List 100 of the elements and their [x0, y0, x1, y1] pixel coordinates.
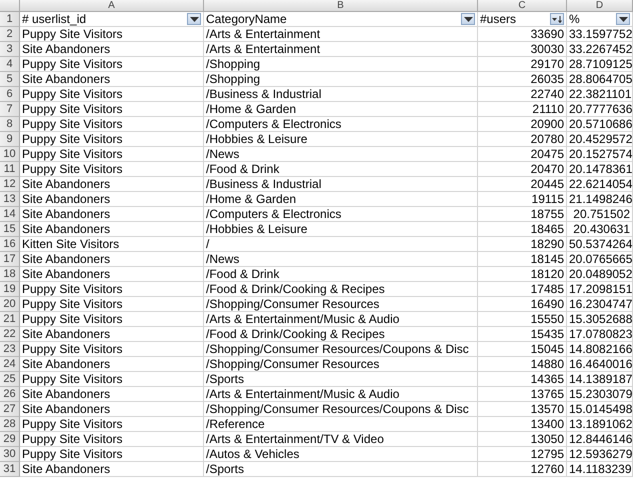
row-number[interactable]: 27 [0, 402, 20, 417]
table-cell: Puppy Site Visitors [20, 447, 204, 462]
table-cell: 13400 [478, 417, 567, 432]
row-number[interactable]: 25 [0, 372, 20, 387]
table-cell: 14.8082166 [567, 342, 633, 357]
table-cell: Puppy Site Visitors [20, 117, 204, 132]
filter-button[interactable] [550, 13, 564, 25]
table-cell: 12.5936279 [567, 447, 633, 462]
table-cell: Puppy Site Visitors [20, 417, 204, 432]
table-cell: 18755 [478, 207, 567, 222]
table-cell: Puppy Site Visitors [20, 102, 204, 117]
column-header[interactable]: C [478, 0, 567, 12]
row-number[interactable]: 19 [0, 282, 20, 297]
table-cell: Kitten Site Visitors [20, 237, 204, 252]
table-cell: 15045 [478, 342, 567, 357]
table-cell: /Hobbies & Leisure [204, 132, 478, 147]
row-number[interactable]: 16 [0, 237, 20, 252]
table-cell: /News [204, 252, 478, 267]
table-cell: / [204, 237, 478, 252]
row-number[interactable]: 2 [0, 27, 20, 42]
row-number[interactable]: 14 [0, 207, 20, 222]
table-cell: /Shopping/Consumer Resources [204, 357, 478, 372]
table-cell: /Computers & Electronics [204, 117, 478, 132]
filter-button[interactable] [187, 13, 201, 25]
table-cell: 20.7777636 [567, 102, 633, 117]
row-number[interactable]: 31 [0, 462, 20, 477]
filter-button[interactable] [461, 13, 475, 25]
row-number[interactable]: 17 [0, 252, 20, 267]
table-cell: Site Abandoners [20, 192, 204, 207]
dropdown-arrow-icon [190, 16, 198, 22]
row-number[interactable]: 11 [0, 162, 20, 177]
table-cell: 28.8064705 [567, 72, 633, 87]
row-number[interactable]: 18 [0, 267, 20, 282]
column-header[interactable]: B [204, 0, 478, 12]
table-cell: 33.2267452 [567, 42, 633, 57]
table-cell: Site Abandoners [20, 72, 204, 87]
row-number[interactable]: 6 [0, 87, 20, 102]
table-cell: /Shopping/Consumer Resources [204, 297, 478, 312]
table-cell: 20.0765665 [567, 252, 633, 267]
row-number[interactable]: 10 [0, 147, 20, 162]
table-cell: Puppy Site Visitors [20, 162, 204, 177]
table-cell: 16.4640016 [567, 357, 633, 372]
table-cell: 17.2098151 [567, 282, 633, 297]
header-cell: % [569, 12, 580, 26]
row-number[interactable]: 26 [0, 387, 20, 402]
row-number[interactable]: 29 [0, 432, 20, 447]
table-cell: 33.1597752 [567, 27, 633, 42]
row-number[interactable]: 1 [0, 12, 20, 27]
filter-button[interactable] [616, 13, 630, 25]
table-cell: 16490 [478, 297, 567, 312]
row-number[interactable]: 5 [0, 72, 20, 87]
table-cell: 19115 [478, 192, 567, 207]
table-cell: 15435 [478, 327, 567, 342]
row-number[interactable]: 23 [0, 342, 20, 357]
row-number[interactable]: 7 [0, 102, 20, 117]
row-number[interactable]: 24 [0, 357, 20, 372]
row-number[interactable]: 12 [0, 177, 20, 192]
table-cell: 20445 [478, 177, 567, 192]
table-cell: 18465 [478, 222, 567, 237]
row-number[interactable]: 21 [0, 312, 20, 327]
table-cell: /Arts & Entertainment [204, 42, 478, 57]
table-cell: /Shopping/Consumer Resources/Coupons & Disc [204, 342, 478, 357]
row-number[interactable]: 3 [0, 42, 20, 57]
row-number[interactable]: 4 [0, 57, 20, 72]
table-cell: Site Abandoners [20, 207, 204, 222]
row-number[interactable]: 9 [0, 132, 20, 147]
row-number[interactable]: 22 [0, 327, 20, 342]
table-cell: 20.430631 [567, 222, 633, 237]
table-cell: 20.1527574 [567, 147, 633, 162]
table-cell: 21110 [478, 102, 567, 117]
row-number[interactable]: 8 [0, 117, 20, 132]
row-number[interactable]: 28 [0, 417, 20, 432]
table-cell: /Hobbies & Leisure [204, 222, 478, 237]
table-cell: 20900 [478, 117, 567, 132]
table-cell: Site Abandoners [20, 267, 204, 282]
column-header[interactable]: A [20, 0, 204, 12]
row-number[interactable]: 20 [0, 297, 20, 312]
table-cell: /Food & Drink [204, 267, 478, 282]
table-cell: Puppy Site Visitors [20, 432, 204, 447]
table-cell: 22.6214054 [567, 177, 633, 192]
row-number[interactable]: 30 [0, 447, 20, 462]
table-cell: Site Abandoners [20, 462, 204, 477]
table-cell: Site Abandoners [20, 327, 204, 342]
table-cell: 12.8446146 [567, 432, 633, 447]
table-cell: /Arts & Entertainment/Music & Audio [204, 387, 478, 402]
table-cell: Site Abandoners [20, 222, 204, 237]
table-cell: Puppy Site Visitors [20, 147, 204, 162]
table-cell: Site Abandoners [20, 42, 204, 57]
table-cell: /Shopping [204, 72, 478, 87]
table-cell: /News [204, 147, 478, 162]
table-cell: Puppy Site Visitors [20, 297, 204, 312]
table-cell: /Arts & Entertainment [204, 27, 478, 42]
table-cell: 15.3052688 [567, 312, 633, 327]
table-cell: Puppy Site Visitors [20, 87, 204, 102]
row-number[interactable]: 13 [0, 192, 20, 207]
table-cell: Puppy Site Visitors [20, 27, 204, 42]
column-header[interactable]: D [567, 0, 633, 12]
row-number[interactable]: 15 [0, 222, 20, 237]
table-cell: Puppy Site Visitors [20, 132, 204, 147]
table-cell: 15550 [478, 312, 567, 327]
